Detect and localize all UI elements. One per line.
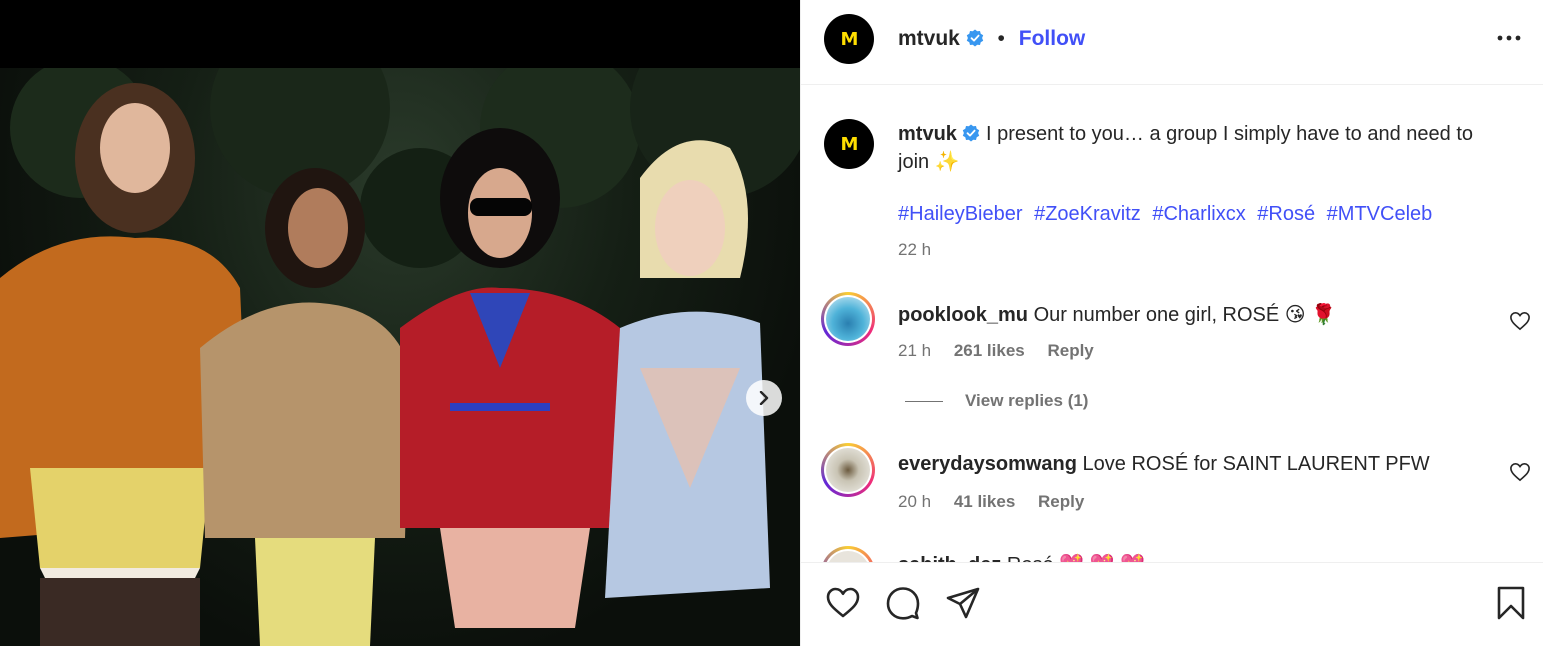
comment-body: Love ROSÉ for SAINT LAURENT PFW bbox=[1082, 453, 1430, 475]
reply-button[interactable]: Reply bbox=[1047, 341, 1093, 360]
comment-time[interactable]: 21 h bbox=[898, 341, 931, 360]
avatar-image bbox=[826, 551, 870, 562]
replies-divider bbox=[905, 400, 943, 402]
reply-button[interactable]: Reply bbox=[1038, 492, 1084, 511]
caption-timestamp[interactable]: 22 h bbox=[898, 240, 931, 260]
username-text[interactable]: mtvuk bbox=[898, 27, 960, 50]
post-panel: M mtvuk • Follow M mtvuk I present to yo… bbox=[800, 0, 1543, 647]
avatar-image bbox=[826, 448, 870, 492]
caption: mtvuk I present to you… a group I simply… bbox=[898, 120, 1508, 176]
view-replies-label: View replies (1) bbox=[965, 391, 1089, 410]
mtv-logo: M bbox=[840, 133, 859, 155]
author-avatar[interactable]: M bbox=[824, 14, 874, 64]
comment-meta: 21 h 261 likes Reply bbox=[898, 341, 1112, 361]
comment-username[interactable]: sahith_dez bbox=[898, 554, 1001, 562]
hashtag-link[interactable]: #MTVCeleb bbox=[1327, 203, 1433, 225]
comment-likes[interactable]: 261 likes bbox=[954, 341, 1025, 360]
comment-text: sahith_dez Rosé 💖 💖 💖 bbox=[898, 552, 1145, 562]
comment-body: Our number one girl, ROSÉ 😘 🌹 bbox=[1033, 304, 1337, 326]
action-bar bbox=[801, 562, 1543, 647]
comment-username[interactable]: everydaysomwang bbox=[898, 453, 1077, 475]
share-icon[interactable] bbox=[945, 585, 981, 621]
verified-badge-icon bbox=[966, 29, 983, 47]
caption-username[interactable]: mtvuk bbox=[898, 123, 957, 145]
heart-icon[interactable] bbox=[1509, 311, 1531, 331]
hashtag-link[interactable]: #Charlixcx bbox=[1152, 203, 1245, 225]
verified-badge-icon bbox=[963, 124, 980, 142]
heart-icon[interactable] bbox=[825, 585, 861, 621]
comment-username[interactable]: pooklook_mu bbox=[898, 304, 1028, 326]
photo-illustration bbox=[0, 68, 800, 646]
caption-text: I present to you… a group I simply have … bbox=[898, 123, 1473, 173]
commenter-avatar[interactable] bbox=[821, 292, 875, 346]
caption-avatar[interactable]: M bbox=[824, 119, 874, 169]
bookmark-icon[interactable] bbox=[1493, 585, 1529, 621]
post-header: M mtvuk • Follow bbox=[801, 0, 1543, 85]
avatar-image bbox=[826, 297, 870, 341]
commenter-avatar[interactable] bbox=[821, 546, 875, 562]
comment-body: Rosé 💖 💖 💖 bbox=[1007, 554, 1145, 562]
post-photo bbox=[0, 68, 800, 646]
comment-text: pooklook_mu Our number one girl, ROSÉ 😘 … bbox=[898, 302, 1336, 327]
hashtag-link[interactable]: #ZoeKravitz bbox=[1034, 203, 1141, 225]
hashtag-link[interactable]: #HaileyBieber bbox=[898, 203, 1023, 225]
commenter-avatar[interactable] bbox=[821, 443, 875, 497]
hashtag-link[interactable]: #Rosé bbox=[1257, 203, 1315, 225]
view-replies-button[interactable]: View replies (1) bbox=[905, 391, 1088, 411]
comment-text: everydaysomwang Love ROSÉ for SAINT LAUR… bbox=[898, 453, 1430, 476]
comment-likes[interactable]: 41 likes bbox=[954, 492, 1015, 511]
post-media[interactable] bbox=[0, 0, 800, 646]
comment-time[interactable]: 20 h bbox=[898, 492, 931, 511]
next-media-button[interactable] bbox=[746, 380, 782, 416]
comment-item: sahith_dez Rosé 💖 💖 💖 bbox=[801, 546, 1543, 562]
comment-meta: 20 h 41 likes Reply bbox=[898, 492, 1102, 512]
comment-icon[interactable] bbox=[885, 585, 921, 621]
chevron-right-icon bbox=[759, 391, 769, 405]
heart-icon[interactable] bbox=[1509, 462, 1531, 482]
hashtag-list: #HaileyBieber #ZoeKravitz #Charlixcx #Ro… bbox=[898, 203, 1438, 226]
more-options-icon[interactable] bbox=[1496, 28, 1522, 48]
mtv-logo: M bbox=[840, 28, 859, 50]
author-username[interactable]: mtvuk • Follow bbox=[898, 27, 1085, 51]
separator-dot: • bbox=[997, 27, 1005, 50]
follow-button[interactable]: Follow bbox=[1019, 27, 1086, 50]
